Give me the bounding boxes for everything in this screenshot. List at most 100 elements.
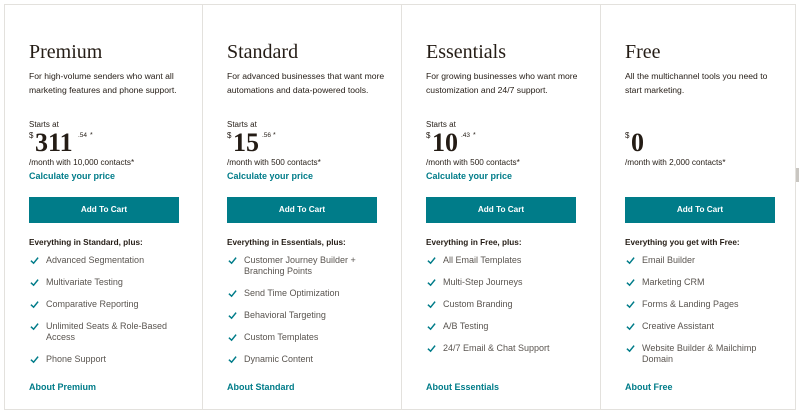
- feature-label: Creative Assistant: [642, 321, 715, 331]
- about-plan-link[interactable]: About Essentials: [426, 382, 499, 392]
- feature-label: Unlimited Seats & Role-Based Access: [46, 321, 168, 342]
- feature-item: Forms & Landing Pages: [625, 299, 781, 310]
- feature-item: Multivariate Testing: [29, 277, 185, 288]
- feature-label: Behavioral Targeting: [244, 310, 326, 320]
- feature-item: Behavioral Targeting: [227, 310, 383, 321]
- contacts-note: /month with 2,000 contacts*: [625, 158, 726, 167]
- feature-list: All Email Templates Multi-Step Journeys …: [426, 255, 582, 354]
- feature-label: Custom Branding: [443, 299, 513, 309]
- feature-label: Custom Templates: [244, 332, 319, 342]
- about-plan-link[interactable]: About Standard: [227, 382, 295, 392]
- check-icon: [228, 355, 237, 364]
- features-heading: Everything you get with Free:: [625, 238, 740, 247]
- feature-label: Marketing CRM: [642, 277, 705, 287]
- feature-label: A/B Testing: [443, 321, 489, 331]
- feature-label: Forms & Landing Pages: [642, 299, 739, 309]
- about-plan-link[interactable]: About Free: [625, 382, 673, 392]
- check-icon: [30, 300, 39, 309]
- price-asterisk: *: [273, 132, 276, 139]
- price-amount: 0: [631, 128, 644, 157]
- feature-label: Email Builder: [642, 255, 696, 265]
- check-icon: [626, 256, 635, 265]
- plan-description: For advanced businesses that want more a…: [227, 71, 385, 95]
- currency-symbol: $: [227, 131, 232, 140]
- feature-label: Advanced Segmentation: [46, 255, 145, 265]
- feature-label: Phone Support: [46, 354, 107, 364]
- contacts-note: /month with 500 contacts*: [426, 158, 520, 167]
- check-icon: [228, 289, 237, 298]
- feature-item: Custom Branding: [426, 299, 582, 310]
- plan-card-free: Free All the multichannel tools you need…: [601, 5, 795, 409]
- feature-label: Comparative Reporting: [46, 299, 139, 309]
- feature-label: Multivariate Testing: [46, 277, 123, 287]
- feature-label: Website Builder & Mailchimp Domain: [642, 343, 757, 364]
- plan-card-premium: Premium For high-volume senders who want…: [5, 5, 202, 409]
- feature-label: 24/7 Email & Chat Support: [443, 343, 550, 353]
- feature-label: Dynamic Content: [244, 354, 314, 364]
- check-icon: [30, 322, 39, 331]
- add-to-cart-button[interactable]: Add To Cart: [227, 197, 377, 223]
- feature-label: All Email Templates: [443, 255, 522, 265]
- feature-item: Marketing CRM: [625, 277, 781, 288]
- feature-item: Creative Assistant: [625, 321, 781, 332]
- feature-label: Send Time Optimization: [244, 288, 340, 298]
- check-icon: [228, 256, 237, 265]
- check-icon: [30, 355, 39, 364]
- scrollbar-thumb[interactable]: [796, 168, 799, 182]
- plan-description: For high-volume senders who want all mar…: [29, 71, 177, 95]
- pricing-table: Premium For high-volume senders who want…: [4, 4, 796, 410]
- currency-symbol: $: [426, 131, 431, 140]
- check-icon: [626, 344, 635, 353]
- add-to-cart-button[interactable]: Add To Cart: [426, 197, 576, 223]
- check-icon: [626, 300, 635, 309]
- plan-card-essentials: Essentials For growing businesses who wa…: [402, 5, 600, 409]
- feature-label: Customer Journey Builder + Branching Poi…: [244, 255, 356, 276]
- feature-item: Unlimited Seats & Role-Based Access: [29, 321, 185, 343]
- feature-item: Custom Templates: [227, 332, 383, 343]
- check-icon: [427, 300, 436, 309]
- plan-description: All the multichannel tools you need to s…: [625, 71, 768, 95]
- contacts-note: /month with 500 contacts*: [227, 158, 321, 167]
- features-heading: Everything in Standard, plus:: [29, 238, 143, 247]
- check-icon: [427, 278, 436, 287]
- feature-item: Comparative Reporting: [29, 299, 185, 310]
- feature-list: Customer Journey Builder + Branching Poi…: [227, 255, 383, 365]
- add-to-cart-button[interactable]: Add To Cart: [625, 197, 775, 223]
- feature-item: Customer Journey Builder + Branching Poi…: [227, 255, 383, 277]
- check-icon: [626, 322, 635, 331]
- currency-symbol: $: [29, 131, 34, 140]
- price-amount: 311: [35, 128, 73, 157]
- price-asterisk: *: [90, 132, 93, 139]
- about-plan-link[interactable]: About Premium: [29, 382, 96, 392]
- calculate-price-link[interactable]: Calculate your price: [426, 171, 512, 181]
- price-cents: .56: [262, 132, 272, 139]
- contacts-note: /month with 10,000 contacts*: [29, 158, 135, 167]
- feature-item: Phone Support: [29, 354, 185, 365]
- price-amount: 15: [233, 128, 259, 157]
- feature-item: Multi-Step Journeys: [426, 277, 582, 288]
- plan-description: For growing businesses who want more cus…: [426, 71, 578, 95]
- price-asterisk: *: [473, 132, 476, 139]
- feature-item: 24/7 Email & Chat Support: [426, 343, 582, 354]
- feature-list: Advanced Segmentation Multivariate Testi…: [29, 255, 185, 365]
- check-icon: [30, 256, 39, 265]
- check-icon: [228, 311, 237, 320]
- feature-item: Dynamic Content: [227, 354, 383, 365]
- feature-item: Email Builder: [625, 255, 781, 266]
- price-cents: .43: [461, 132, 471, 139]
- plan-name: Free: [625, 41, 661, 63]
- features-heading: Everything in Free, plus:: [426, 238, 522, 247]
- feature-item: Website Builder & Mailchimp Domain: [625, 343, 781, 365]
- check-icon: [427, 256, 436, 265]
- calculate-price-link[interactable]: Calculate your price: [227, 171, 313, 181]
- add-to-cart-button[interactable]: Add To Cart: [29, 197, 179, 223]
- plan-name: Premium: [29, 41, 103, 63]
- plan-name: Standard: [227, 41, 299, 63]
- feature-label: Multi-Step Journeys: [443, 277, 523, 287]
- feature-item: Advanced Segmentation: [29, 255, 185, 266]
- calculate-price-link[interactable]: Calculate your price: [29, 171, 115, 181]
- check-icon: [427, 344, 436, 353]
- check-icon: [228, 333, 237, 342]
- check-icon: [626, 278, 635, 287]
- check-icon: [427, 322, 436, 331]
